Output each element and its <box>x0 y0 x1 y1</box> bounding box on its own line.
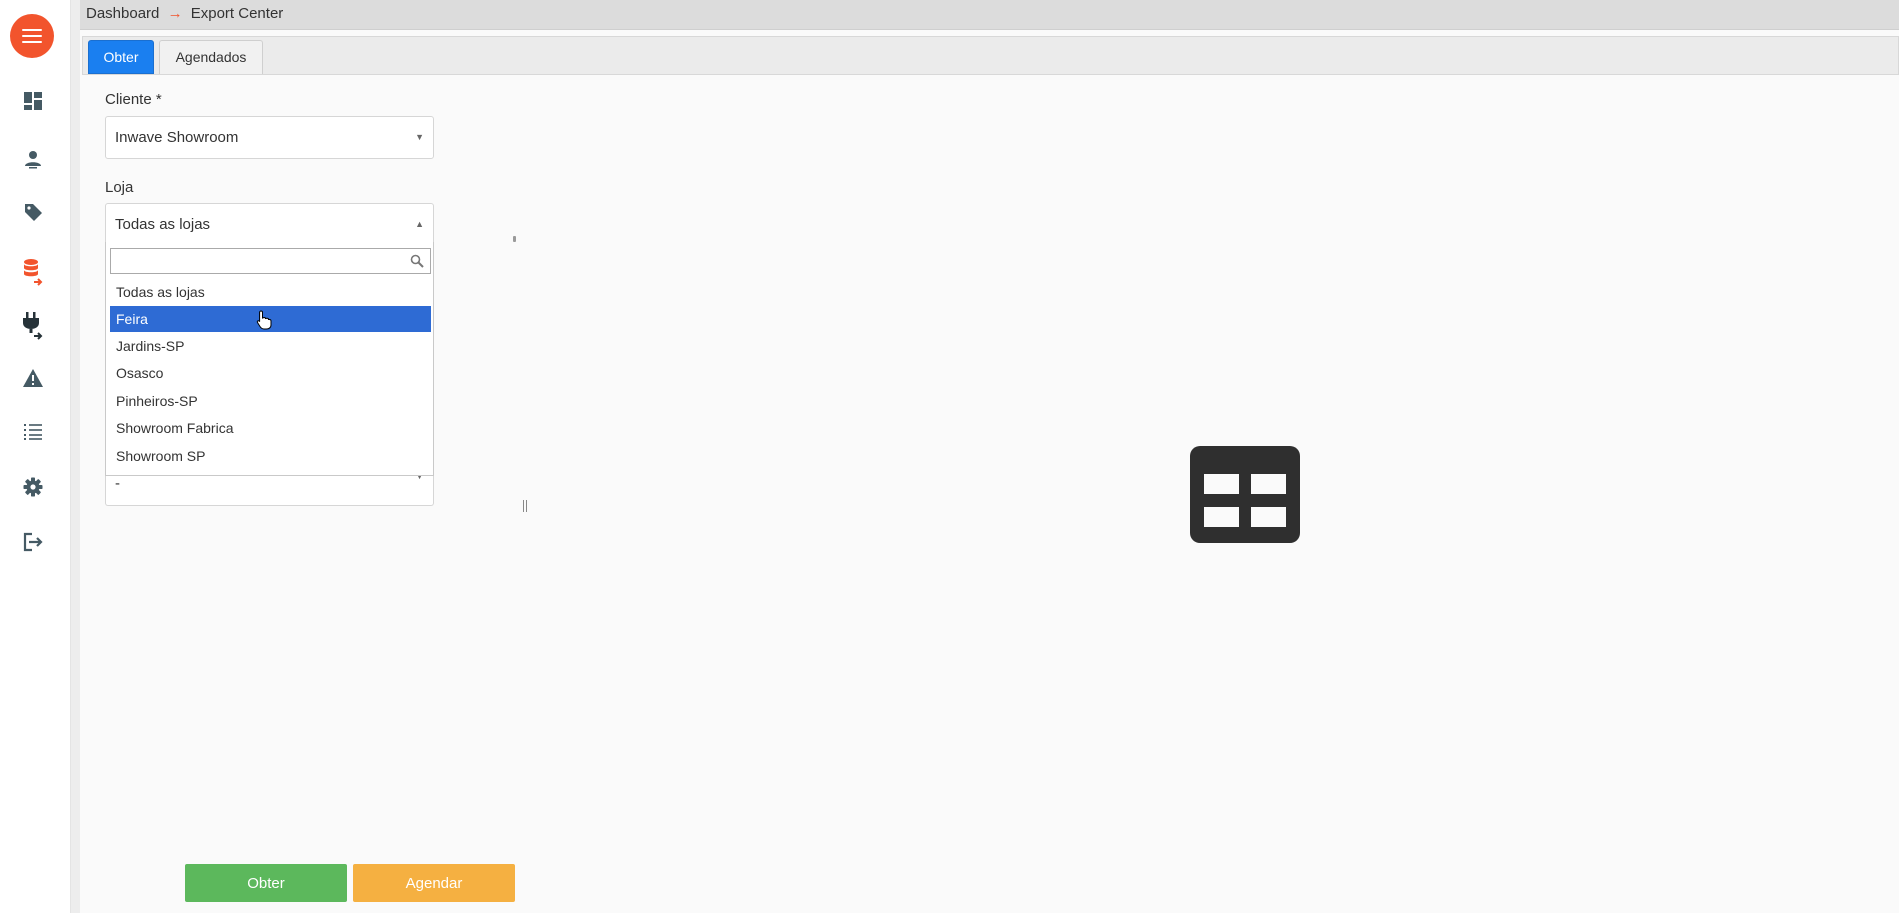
search-icon <box>410 254 424 268</box>
hamburger-icon <box>22 29 42 31</box>
dropdown-option[interactable]: Osasco <box>110 360 431 386</box>
breadcrumb-separator: → <box>167 5 183 22</box>
loja-select[interactable]: Todas as lojas ▲ <box>105 203 434 246</box>
resize-handle[interactable] <box>523 500 527 512</box>
chevron-up-icon: ▲ <box>415 219 424 229</box>
cliente-label: Cliente * <box>105 91 162 108</box>
loja-dropdown: Todas as lojas Feira Jardins-SP Osasco P… <box>105 242 434 476</box>
sidebar-item-export-data[interactable] <box>16 255 50 289</box>
logout-icon <box>23 532 43 552</box>
user-icon <box>25 151 41 169</box>
list-icon <box>24 424 42 440</box>
tab-obter[interactable]: Obter <box>88 40 154 74</box>
gutter <box>71 0 80 913</box>
dropdown-option[interactable]: Showroom SP <box>110 443 431 469</box>
sidebar-item-users[interactable] <box>16 142 50 176</box>
menu-button[interactable] <box>10 14 54 58</box>
loja-label: Loja <box>105 179 134 196</box>
breadcrumb-current: Export Center <box>190 5 284 22</box>
dropdown-option-highlighted[interactable]: Feira <box>110 306 431 332</box>
dropdown-option[interactable]: Todas as lojas <box>110 279 431 305</box>
breadcrumb: Dashboard → Export Center <box>80 0 1899 30</box>
dropdown-search-input[interactable] <box>110 248 431 274</box>
sidebar-item-settings[interactable] <box>16 470 50 504</box>
sidebar-item-tags[interactable] <box>16 195 50 229</box>
obter-button[interactable]: Obter <box>185 864 347 902</box>
cliente-value: Inwave Showroom <box>115 129 239 146</box>
sidebar <box>0 0 71 913</box>
table-icon <box>1190 446 1300 543</box>
sidebar-item-dashboard[interactable] <box>16 84 50 118</box>
dropdown-option[interactable]: Pinheiros-SP <box>110 388 431 414</box>
hamburger-icon-bar <box>22 41 42 43</box>
tab-agendados[interactable]: Agendados <box>159 40 263 74</box>
cliente-select[interactable]: Inwave Showroom ▼ <box>105 116 434 159</box>
breadcrumb-root[interactable]: Dashboard <box>86 5 159 22</box>
dropdown-option[interactable]: Showroom Fabrica <box>110 415 431 441</box>
dashboard-icon <box>24 92 42 110</box>
tabs-bar: Obter Agendados <box>82 36 1899 75</box>
chevron-down-icon: ▼ <box>415 132 424 142</box>
scroll-marker <box>513 236 516 242</box>
main-content: Dashboard → Export Center Obter Agendado… <box>80 0 1899 913</box>
loja-value: Todas as lojas <box>115 216 211 233</box>
tag-icon <box>25 204 42 221</box>
dropdown-option[interactable]: Jardins-SP <box>110 333 431 359</box>
plug-export-icon <box>23 312 43 340</box>
gear-icon <box>23 477 43 497</box>
database-export-icon <box>24 259 43 286</box>
warning-icon <box>23 369 43 387</box>
sidebar-item-alerts[interactable] <box>16 361 50 395</box>
hamburger-icon-bar <box>22 35 42 37</box>
sidebar-item-integrations[interactable] <box>16 309 50 343</box>
agendar-button[interactable]: Agendar <box>353 864 515 902</box>
sidebar-item-list[interactable] <box>16 415 50 449</box>
third-select-value: - <box>115 475 120 492</box>
sidebar-item-logout[interactable] <box>16 525 50 559</box>
